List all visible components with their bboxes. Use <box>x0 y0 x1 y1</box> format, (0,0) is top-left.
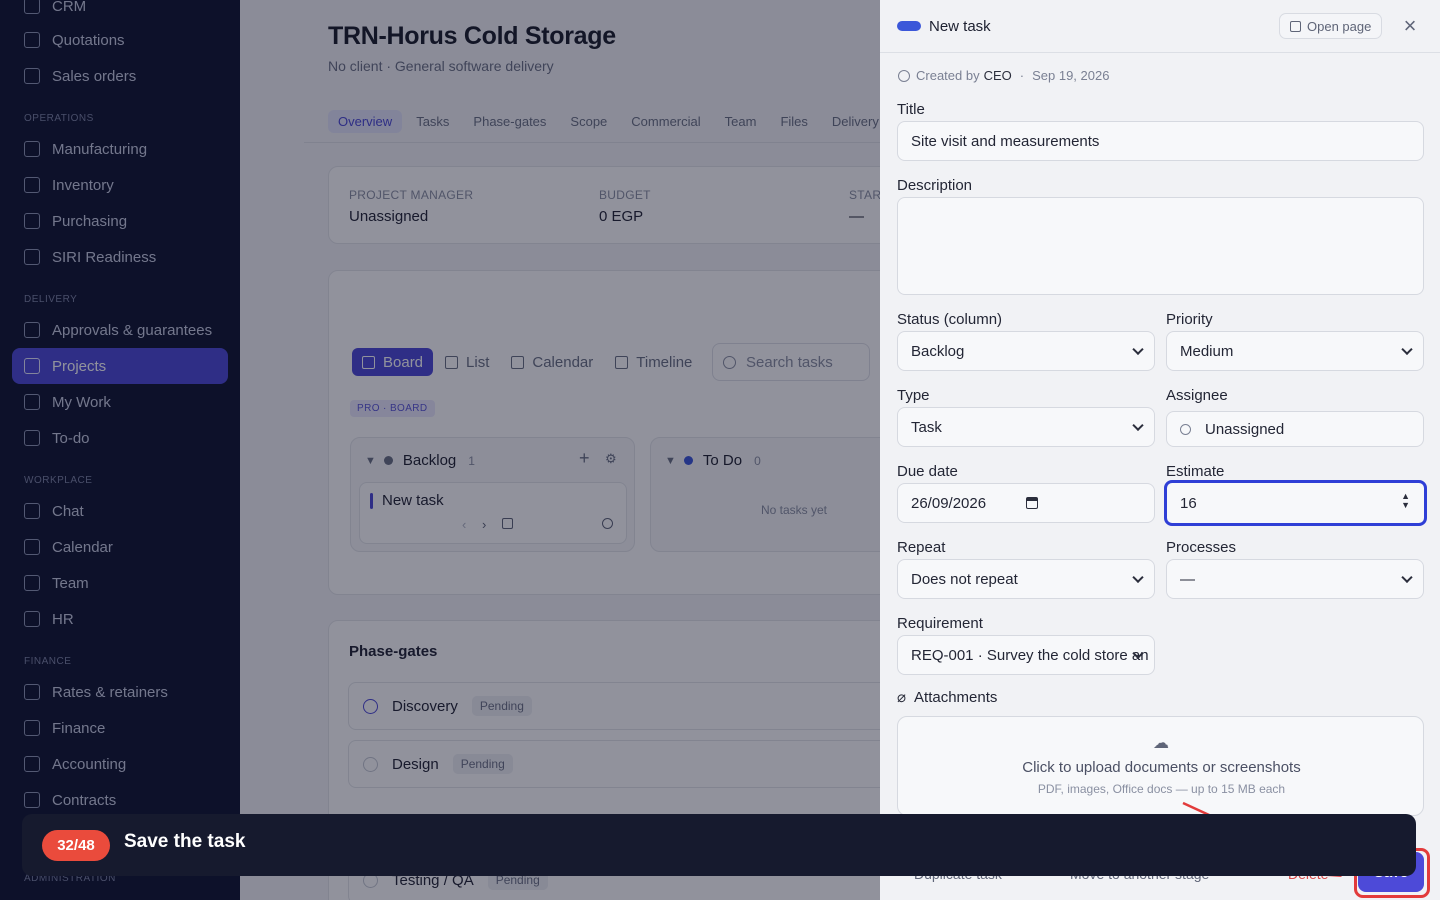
type-label: Type <box>897 387 930 404</box>
requirement-value: REQ-001 · Survey the cold store an <box>911 646 1149 664</box>
priority-label: Priority <box>1166 311 1213 328</box>
step-counter-badge: 32/48 <box>42 830 110 861</box>
repeat-select[interactable]: Does not repeat <box>897 559 1155 599</box>
title-input[interactable]: Site visit and measurements <box>897 121 1424 161</box>
processes-label: Processes <box>1166 539 1237 556</box>
created-by-label: Created by <box>916 68 980 83</box>
due-date-label: Due date <box>897 463 958 480</box>
repeat-value: Does not repeat <box>911 570 1018 588</box>
tutorial-banner: 32/48 Save the task <box>22 814 1416 876</box>
due-date-value: 26/09/2026 <box>911 494 987 512</box>
processes-select[interactable]: — <box>1166 559 1424 599</box>
open-page-label: Open page <box>1307 18 1372 34</box>
requirement-label: Requirement <box>897 615 983 632</box>
user-plus-icon <box>1180 423 1191 435</box>
status-pill <box>897 21 921 31</box>
description-textarea[interactable] <box>897 197 1424 295</box>
cloud-upload-icon: ☁ <box>1153 735 1169 752</box>
open-page-button[interactable]: Open page <box>1279 13 1383 39</box>
estimate-label: Estimate <box>1166 463 1225 480</box>
requirement-select[interactable]: REQ-001 · Survey the cold store an <box>897 635 1155 675</box>
estimate-value: 16 <box>1180 494 1197 512</box>
title-value: Site visit and measurements <box>911 132 1100 150</box>
status-value: Backlog <box>911 342 965 360</box>
upload-dropzone[interactable]: ☁ Click to upload documents or screensho… <box>897 716 1424 816</box>
status-label: Status (column) <box>897 311 1003 328</box>
created-date: Sep 19, 2026 <box>1032 68 1110 83</box>
drawer-header: New task Open page × <box>880 0 1440 53</box>
upload-text: Click to upload documents or screenshots <box>1022 759 1301 776</box>
created-by-line: Created by CEO · Sep 19, 2026 <box>898 68 1109 83</box>
type-select[interactable]: Task <box>897 407 1155 447</box>
estimate-input[interactable]: 16 ▲ ▼ <box>1164 480 1427 526</box>
task-drawer: New task Open page × Created by CEO · Se… <box>880 0 1440 900</box>
paperclip-icon: ⌀ <box>897 689 907 706</box>
priority-value: Medium <box>1180 342 1234 360</box>
priority-select[interactable]: Medium <box>1166 331 1424 371</box>
attachments-label: Attachments <box>914 688 998 706</box>
title-label: Title <box>897 101 925 118</box>
assignee-value: Unassigned <box>1205 420 1285 438</box>
assignee-picker[interactable]: Unassigned <box>1166 411 1424 447</box>
description-label: Description <box>897 177 973 194</box>
assignee-label: Assignee <box>1166 387 1228 404</box>
created-by-value: CEO <box>983 68 1012 83</box>
user-icon <box>898 69 910 82</box>
upload-subtext: PDF, images, Office docs — up to 15 MB e… <box>1037 782 1286 796</box>
type-value: Task <box>911 418 942 436</box>
due-date-input[interactable]: 26/09/2026 <box>897 483 1155 523</box>
tutorial-instruction: Save the task <box>124 831 246 852</box>
close-icon[interactable]: × <box>1399 13 1421 39</box>
processes-value: — <box>1180 570 1195 588</box>
repeat-label: Repeat <box>897 539 946 556</box>
drawer-title: New task <box>929 18 991 35</box>
separator-dot: · <box>1019 68 1025 83</box>
external-link-icon <box>1290 20 1301 32</box>
calendar-icon[interactable] <box>1026 497 1038 509</box>
status-select[interactable]: Backlog <box>897 331 1155 371</box>
number-stepper-icon[interactable]: ▲ ▼ <box>1401 492 1410 510</box>
attachments-header: ⌀ Attachments <box>897 688 998 707</box>
